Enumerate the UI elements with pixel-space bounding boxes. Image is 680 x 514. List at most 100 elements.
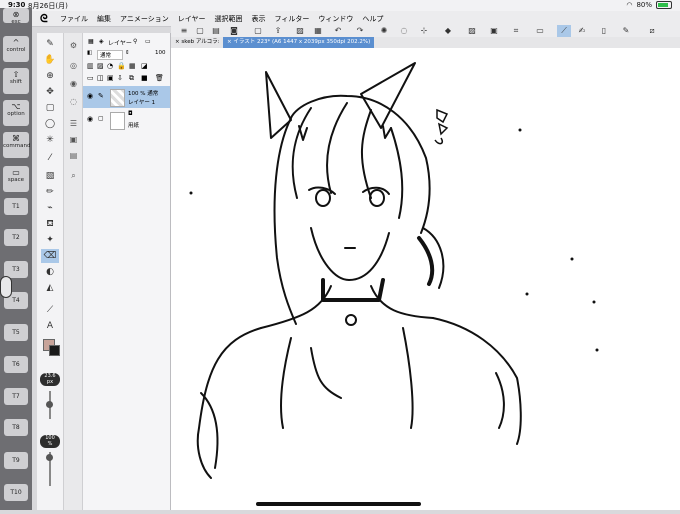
tool-key-t7[interactable]: T7 xyxy=(4,388,28,405)
menu-selection[interactable]: 選択範囲 xyxy=(215,14,243,24)
tool-key-t9[interactable]: T9 xyxy=(4,452,28,469)
document-tab[interactable]: × skeb アルコラ: xyxy=(171,37,224,48)
move-tool-icon[interactable]: ✥ xyxy=(41,85,59,99)
settings-icon[interactable]: ✺ xyxy=(377,25,391,37)
sub-color-swatch[interactable] xyxy=(49,345,60,356)
clip-below-icon[interactable]: ▥ xyxy=(87,62,94,70)
lock-alpha-icon[interactable]: ▦ xyxy=(129,62,136,70)
delete-layer-icon[interactable]: 🗑 xyxy=(155,74,164,82)
tool-key-t1[interactable]: T1 xyxy=(4,198,28,215)
checkbox-icon[interactable]: ▢ xyxy=(98,115,104,122)
new-vector-icon[interactable]: ◫ xyxy=(97,74,104,82)
command-key[interactable]: ⌘ command xyxy=(3,132,30,158)
decoration-icon[interactable]: ✦ xyxy=(41,233,59,247)
layer-row[interactable]: ◉ ✎ 100 % 通常 レイヤー 1 xyxy=(83,86,170,108)
tool-key-t6[interactable]: T6 xyxy=(4,356,28,373)
history-icon[interactable]: ▤ xyxy=(67,149,80,162)
space-key[interactable]: ▭ space xyxy=(3,166,29,192)
hamburger-menu-icon[interactable]: ≡ xyxy=(177,25,191,37)
option-key[interactable]: ⌥ option xyxy=(3,100,29,126)
color-wheel-icon[interactable]: ◌ xyxy=(67,95,80,108)
layer-row[interactable]: ◉ ▢ ◘ 用紙 xyxy=(83,109,170,131)
app-icon[interactable]: ◙ xyxy=(227,25,241,37)
crop-icon[interactable]: ⌗ xyxy=(509,25,523,37)
transform-icon[interactable]: ⊹ xyxy=(417,25,431,37)
layer-tab-icon[interactable]: ◈ xyxy=(99,38,104,45)
lock-icon[interactable]: ⇕ xyxy=(125,50,130,56)
layer-tab-more-icon[interactable]: ⚲ xyxy=(133,38,137,45)
save-icon[interactable]: ▢ xyxy=(251,25,265,37)
history-panel-icon[interactable]: ▦ xyxy=(311,25,325,37)
layer-move-icon[interactable]: ▧ xyxy=(41,169,59,183)
new-folder-icon[interactable]: ▣ xyxy=(107,74,114,82)
control-key[interactable]: ^ control xyxy=(3,36,29,62)
brush-icon[interactable]: ⌁ xyxy=(41,201,59,215)
tool-key-t10[interactable]: T10 xyxy=(4,484,28,501)
menu-help[interactable]: ヘルプ xyxy=(362,14,383,24)
phone-icon[interactable]: ▯ xyxy=(597,25,611,37)
lasso-tool-icon[interactable]: ◯ xyxy=(41,117,59,131)
menu-window[interactable]: ウィンドウ xyxy=(318,14,353,24)
selection-tool-icon[interactable]: ▢ xyxy=(41,101,59,115)
hand-tool-icon[interactable]: ✋ xyxy=(41,53,59,67)
edge-drag-handle[interactable] xyxy=(0,276,12,298)
eraser-tool-icon[interactable]: ⌫ xyxy=(41,249,59,263)
menu-filter[interactable]: フィルター xyxy=(275,14,310,24)
brush-opacity-indicator[interactable]: 100% xyxy=(40,435,60,448)
opacity-value[interactable]: 100 xyxy=(155,50,166,56)
tool-key-t2[interactable]: T2 xyxy=(4,229,28,246)
blend-mode-select[interactable]: 通常 xyxy=(97,50,123,60)
home-indicator[interactable] xyxy=(256,502,421,506)
app-logo-icon[interactable]: ᘓ xyxy=(40,12,48,26)
print-icon[interactable]: ▨ xyxy=(293,25,307,37)
combine-icon[interactable]: ⧉ xyxy=(129,74,134,83)
layer-stack-icon[interactable]: ☰ xyxy=(67,117,80,130)
pencil-icon[interactable]: ✏ xyxy=(41,185,59,199)
brush-opacity-knob[interactable] xyxy=(46,454,53,461)
tool-key-t5[interactable]: T5 xyxy=(4,324,28,341)
airbrush-icon[interactable]: ⛾ xyxy=(41,217,59,231)
transfer-down-icon[interactable]: ⇩ xyxy=(117,74,123,82)
edit-icon[interactable]: ✎ xyxy=(619,25,633,37)
new-file-icon[interactable]: ▢ xyxy=(193,25,207,37)
eyedropper-icon[interactable]: ⁄ xyxy=(41,151,59,165)
layer-tab-extra-icon[interactable]: ▭ xyxy=(145,38,151,45)
undo-icon[interactable]: ↶ xyxy=(331,25,345,37)
open-file-icon[interactable]: ▤ xyxy=(209,25,223,37)
invert-selection-icon[interactable]: ▣ xyxy=(487,25,501,37)
text-tool-icon[interactable]: A xyxy=(41,319,59,333)
mask-icon[interactable]: ◪ xyxy=(141,62,148,70)
mask-add-icon[interactable]: ■ xyxy=(141,74,148,82)
fill-tool-icon[interactable]: ◭ xyxy=(41,281,59,295)
shift-key[interactable]: ⇧ shift xyxy=(3,68,29,94)
draft-layer-icon[interactable]: ◔ xyxy=(107,62,113,70)
property-icon[interactable]: ⚙ xyxy=(67,39,80,52)
pen-tool-icon[interactable]: ✎ xyxy=(41,37,59,51)
zoom-tool-icon[interactable]: ⊕ xyxy=(41,69,59,83)
menu-animation[interactable]: アニメーション xyxy=(120,14,169,24)
material-icon[interactable]: ▣ xyxy=(67,133,80,146)
ref-layer-icon[interactable]: ▨ xyxy=(97,62,104,70)
visibility-eye-icon[interactable]: ◉ xyxy=(87,115,93,123)
lock-layer-icon[interactable]: 🔒 xyxy=(117,62,126,70)
lasso-select-icon[interactable]: ◌ xyxy=(397,25,411,37)
navigator-icon[interactable]: ◉ xyxy=(67,77,80,90)
brush-size-knob[interactable] xyxy=(46,401,53,408)
tool-key-t8[interactable]: T8 xyxy=(4,419,28,436)
redo-icon[interactable]: ↷ xyxy=(353,25,367,37)
fill-bucket-icon[interactable]: ◆ xyxy=(441,25,455,37)
new-raster-icon[interactable]: ▭ xyxy=(87,74,94,82)
brush-shape-icon[interactable]: ◎ xyxy=(67,59,80,72)
export-icon[interactable]: ⇪ xyxy=(271,25,285,37)
blend-tool-icon[interactable]: ◐ xyxy=(41,265,59,279)
deselect-icon[interactable]: ▨ xyxy=(465,25,479,37)
stabilizer-icon[interactable]: ⟋ xyxy=(557,25,571,37)
menu-layer[interactable]: レイヤー xyxy=(178,14,206,24)
menu-file[interactable]: ファイル xyxy=(60,14,88,24)
brush-size-indicator[interactable]: 23.6 px xyxy=(40,373,60,386)
drawing-canvas[interactable] xyxy=(171,48,680,510)
menu-edit[interactable]: 編集 xyxy=(97,14,111,24)
menu-view[interactable]: 表示 xyxy=(252,14,266,24)
visibility-eye-icon[interactable]: ◉ xyxy=(87,92,93,100)
search-layer-icon[interactable]: ⌕ xyxy=(67,169,80,182)
